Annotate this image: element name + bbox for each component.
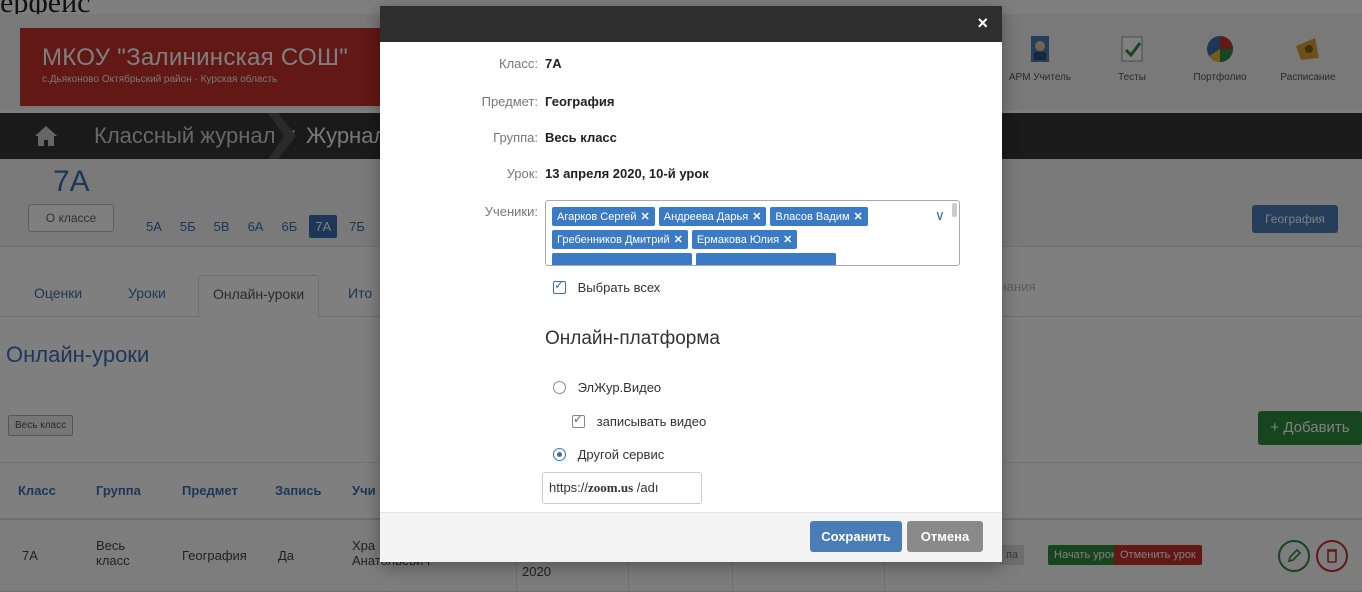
students-label: Ученики:	[484, 204, 538, 219]
student-chip: Агарков Сергей ✕	[552, 207, 655, 226]
checkbox-icon: ✓	[572, 412, 585, 428]
url-input[interactable]: https://zoom.us /adı	[542, 472, 702, 504]
save-button[interactable]: Сохранить	[810, 521, 902, 552]
remove-chip-icon[interactable]: ✕	[641, 211, 650, 223]
modal-footer: Сохранить Отмена	[380, 512, 1002, 562]
close-icon[interactable]: ×	[977, 13, 988, 34]
radio-icon	[553, 381, 566, 394]
student-chip: Ермакова Юлия ✕	[691, 230, 798, 249]
subject-value: География	[545, 94, 615, 109]
student-chip: Власов Вадим ✕	[770, 207, 868, 226]
chevron-down-icon[interactable]: ∨	[935, 207, 945, 224]
scrollbar[interactable]	[952, 203, 957, 217]
checkbox-icon: ✓	[553, 278, 566, 294]
select-all-checkbox[interactable]: ✓ Выбрать всех	[553, 278, 661, 295]
cancel-button[interactable]: Отмена	[907, 521, 983, 552]
students-multiselect[interactable]: Агарков Сергей ✕ Андреева Дарья ✕ Власов В…	[545, 200, 960, 266]
platform-title: Онлайн-платформа	[545, 328, 720, 349]
option-eljur-label: ЭлЖур.Видео	[577, 380, 662, 395]
remove-chip-icon[interactable]: ✕	[674, 234, 683, 246]
student-chip	[696, 253, 836, 265]
student-chip: Гребенников Дмитрий ✕	[552, 230, 688, 249]
lesson-value: 13 апреля 2020, 10-й урок	[545, 166, 709, 181]
option-other-service[interactable]: Другой сервис	[553, 447, 664, 462]
modal-header: ×	[380, 6, 1002, 42]
remove-chip-icon[interactable]: ✕	[854, 211, 863, 223]
group-value: Весь класс	[545, 130, 617, 145]
online-lesson-modal: × Класс: 7А Предмет: География Группа: В…	[380, 6, 1002, 562]
option-eljur-video[interactable]: ЭлЖур.Видео	[553, 380, 661, 395]
remove-chip-icon[interactable]: ✕	[783, 234, 792, 246]
record-video-label: записывать видео	[596, 414, 707, 429]
student-chips: Агарков Сергей ✕ Андреева Дарья ✕ Власов В…	[552, 207, 935, 265]
option-other-label: Другой сервис	[577, 447, 665, 462]
student-chip: Андреева Дарья ✕	[658, 207, 767, 226]
group-label: Группа:	[493, 130, 538, 145]
record-video-checkbox[interactable]: ✓ записывать видео	[572, 412, 707, 429]
lesson-label: Урок:	[506, 166, 538, 181]
select-all-label: Выбрать всех	[577, 280, 661, 295]
class-label: Класс:	[499, 56, 538, 71]
student-chip	[552, 253, 692, 265]
subject-label: Предмет:	[481, 94, 538, 109]
radio-selected-icon	[553, 448, 566, 461]
class-value: 7А	[545, 56, 562, 71]
remove-chip-icon[interactable]: ✕	[752, 211, 761, 223]
page: ерфейс МКОУ "Залининская СОШ" с.Дьяконов…	[0, 0, 1362, 592]
